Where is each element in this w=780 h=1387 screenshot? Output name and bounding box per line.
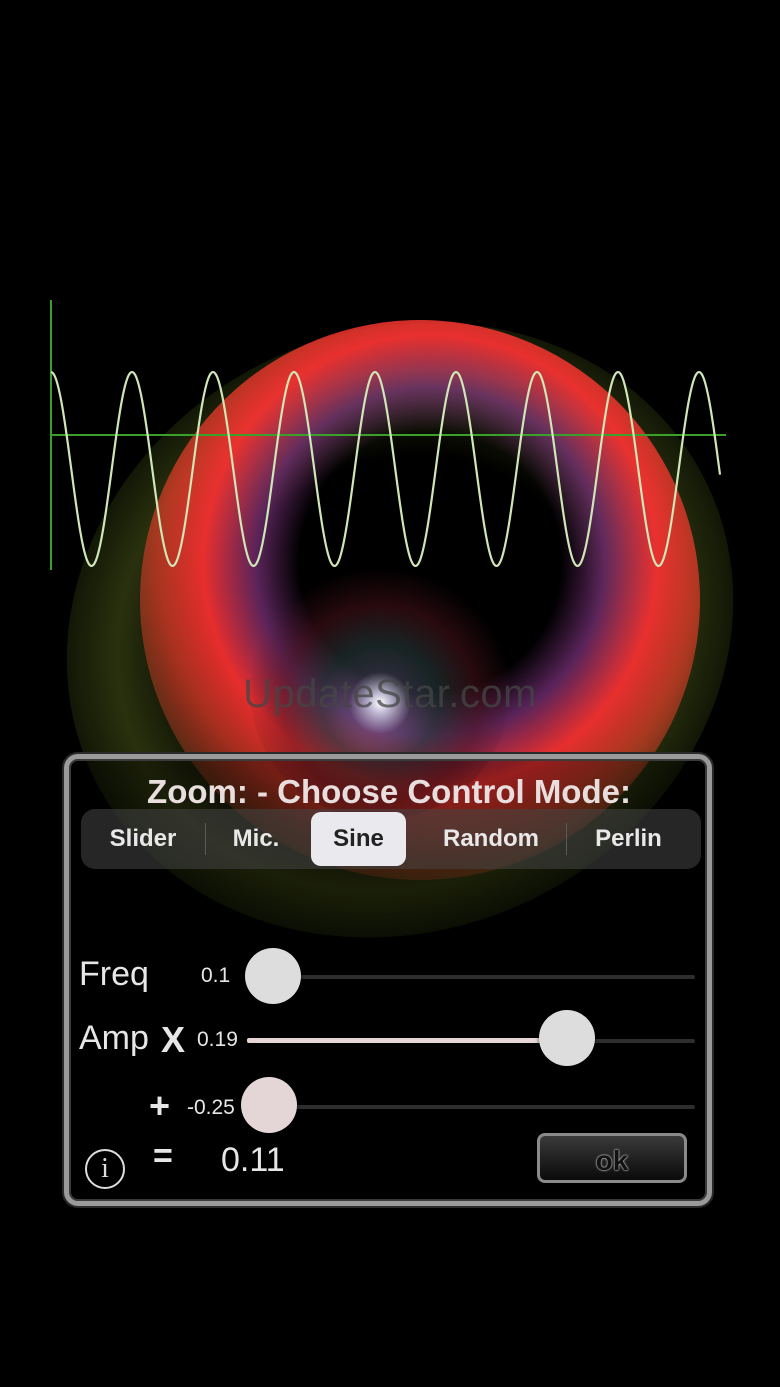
multiply-operator: X xyxy=(161,1019,186,1060)
sine-wave-line xyxy=(50,370,722,567)
ok-button[interactable]: ok xyxy=(537,1133,687,1183)
segment-mic[interactable]: Mic. xyxy=(206,812,306,866)
segment-random[interactable]: Random xyxy=(416,812,566,866)
segment-sine[interactable]: Sine xyxy=(311,812,406,866)
offset-slider-track[interactable] xyxy=(247,1105,695,1109)
offset-slider-thumb[interactable] xyxy=(241,1077,297,1133)
amp-value: 0.19 xyxy=(197,1028,238,1051)
control-mode-dialog: Zoom: - Choose Control Mode: Slider Mic.… xyxy=(64,754,712,1206)
equals-sign: = xyxy=(153,1137,173,1175)
amp-slider-thumb[interactable] xyxy=(539,1010,595,1066)
plus-operator: + xyxy=(149,1085,171,1126)
amp-label: Amp xyxy=(79,1019,149,1057)
offset-value: -0.25 xyxy=(187,1096,235,1119)
segment-perlin[interactable]: Perlin xyxy=(567,812,690,866)
result-value: 0.11 xyxy=(221,1141,285,1179)
dialog-title: Zoom: - Choose Control Mode: xyxy=(147,773,631,810)
amp-slider-fill xyxy=(247,1038,567,1043)
segment-slider[interactable]: Slider xyxy=(81,812,205,866)
control-mode-segmented-control: Slider Mic. Sine Random Perlin xyxy=(81,809,701,869)
freq-slider-track[interactable] xyxy=(247,975,695,979)
freq-label: Freq xyxy=(79,955,149,993)
freq-slider-thumb[interactable] xyxy=(245,948,301,1004)
freq-value: 0.1 xyxy=(201,964,231,987)
info-icon[interactable]: i xyxy=(85,1149,125,1189)
